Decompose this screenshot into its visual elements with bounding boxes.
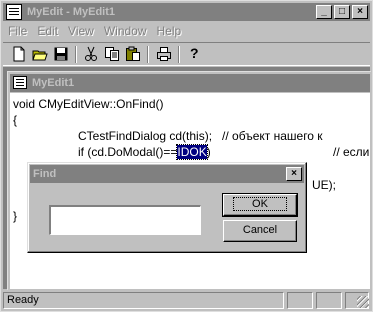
maximize-button[interactable]: □ <box>334 5 350 19</box>
copy-button[interactable] <box>102 45 122 63</box>
code-comment: // если <box>333 145 370 159</box>
main-window: MyEdit - MyEdit1 _ □ × File Edit View Windo… <box>0 0 373 312</box>
find-input[interactable] <box>49 205 201 235</box>
paste-button[interactable] <box>123 45 143 63</box>
print-button[interactable] <box>154 45 174 63</box>
save-button[interactable] <box>51 45 71 63</box>
copy-icon <box>105 47 119 61</box>
open-icon <box>32 50 48 61</box>
child-title: MyEdit1 <box>32 77 75 89</box>
new-icon <box>13 46 25 62</box>
toolbar-separator <box>178 46 180 63</box>
status-text: Ready <box>3 292 284 309</box>
new-button[interactable] <box>9 45 29 63</box>
status-pane <box>287 292 313 309</box>
app-document-icon[interactable] <box>6 4 22 20</box>
status-pane <box>316 292 342 309</box>
menu-edit[interactable]: Edit <box>32 22 63 40</box>
code-line-4-end: ) <box>206 145 211 159</box>
code-line-5: UE); <box>312 178 336 192</box>
main-title-bar[interactable]: MyEdit - MyEdit1 _ □ × <box>3 3 370 21</box>
menu-help[interactable]: Help <box>152 22 187 40</box>
close-button[interactable]: × <box>352 5 368 19</box>
find-dialog: Find × OK Cancel <box>27 162 307 253</box>
minimize-button[interactable]: _ <box>316 5 332 19</box>
code-line-1: void CMyEditView::OnFind() <box>13 97 164 111</box>
selected-text: IDOK <box>176 144 208 160</box>
status-bar: Ready <box>3 291 370 309</box>
dialog-title: Find <box>33 168 57 180</box>
code-line-4-start: if (cd.DoModal()== <box>78 145 178 159</box>
resize-grip[interactable] <box>357 296 369 308</box>
code-line-6: } <box>13 209 18 223</box>
menu-window[interactable]: Window <box>99 22 152 40</box>
print-icon <box>157 47 171 61</box>
paste-icon <box>126 46 140 61</box>
code-line-4: if (cd.DoModal()==IDOK) <box>78 144 211 160</box>
menu-bar: File Edit View Window Help <box>3 22 370 41</box>
open-button[interactable] <box>30 45 50 63</box>
code-line-2: { <box>13 113 18 127</box>
dialog-title-bar[interactable]: Find × <box>30 165 304 183</box>
cancel-button[interactable]: Cancel <box>223 220 297 242</box>
toolbar-separator <box>147 46 149 63</box>
save-icon <box>54 47 68 61</box>
toolbar: ? <box>3 42 370 66</box>
help-icon: ? <box>190 45 199 61</box>
window-title: MyEdit - MyEdit1 <box>27 6 116 18</box>
menu-file[interactable]: File <box>3 22 32 40</box>
dialog-close-button[interactable]: × <box>286 167 302 181</box>
child-document-icon[interactable] <box>13 76 27 89</box>
ok-label: OK <box>233 197 287 211</box>
help-button[interactable]: ? <box>185 45 205 63</box>
code-line-3: CTestFindDialog cd(this); // объект наше… <box>78 129 323 143</box>
cut-icon <box>85 46 97 61</box>
child-title-bar[interactable]: MyEdit1 <box>10 74 370 92</box>
toolbar-separator <box>75 46 77 63</box>
ok-button[interactable]: OK <box>222 193 298 217</box>
cut-button[interactable] <box>81 45 101 63</box>
menu-view[interactable]: View <box>63 22 99 40</box>
